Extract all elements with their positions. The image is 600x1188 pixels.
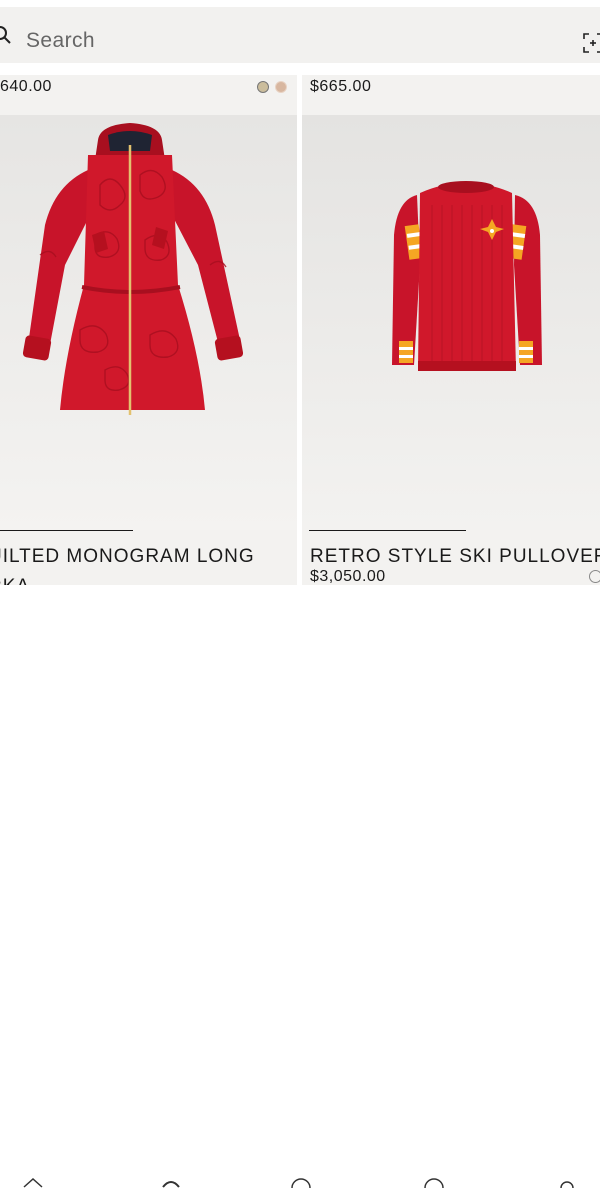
product-price: $3,050.00 <box>310 568 386 585</box>
product-price: 640.00 <box>0 78 52 95</box>
color-swatch[interactable] <box>589 570 600 583</box>
product-image-parka[interactable] <box>0 115 297 530</box>
account-icon[interactable] <box>556 1178 578 1188</box>
beige-swatch[interactable] <box>257 81 269 93</box>
catalog-icon[interactable] <box>160 1178 182 1188</box>
search-bar[interactable]: Search <box>0 7 600 63</box>
divider <box>309 530 466 531</box>
scan-icon[interactable] <box>583 33 600 53</box>
search-input[interactable]: Search <box>26 30 95 51</box>
rose-swatch[interactable] <box>275 81 287 93</box>
search-icon[interactable] <box>0 25 14 47</box>
wishlist-icon[interactable] <box>290 1178 312 1188</box>
divider <box>0 530 133 531</box>
bottom-nav <box>0 585 600 1188</box>
store-icon[interactable] <box>423 1178 445 1188</box>
product-price: $665.00 <box>310 78 372 95</box>
home-icon[interactable] <box>22 1178 44 1188</box>
product-image-pullover[interactable] <box>302 115 600 530</box>
